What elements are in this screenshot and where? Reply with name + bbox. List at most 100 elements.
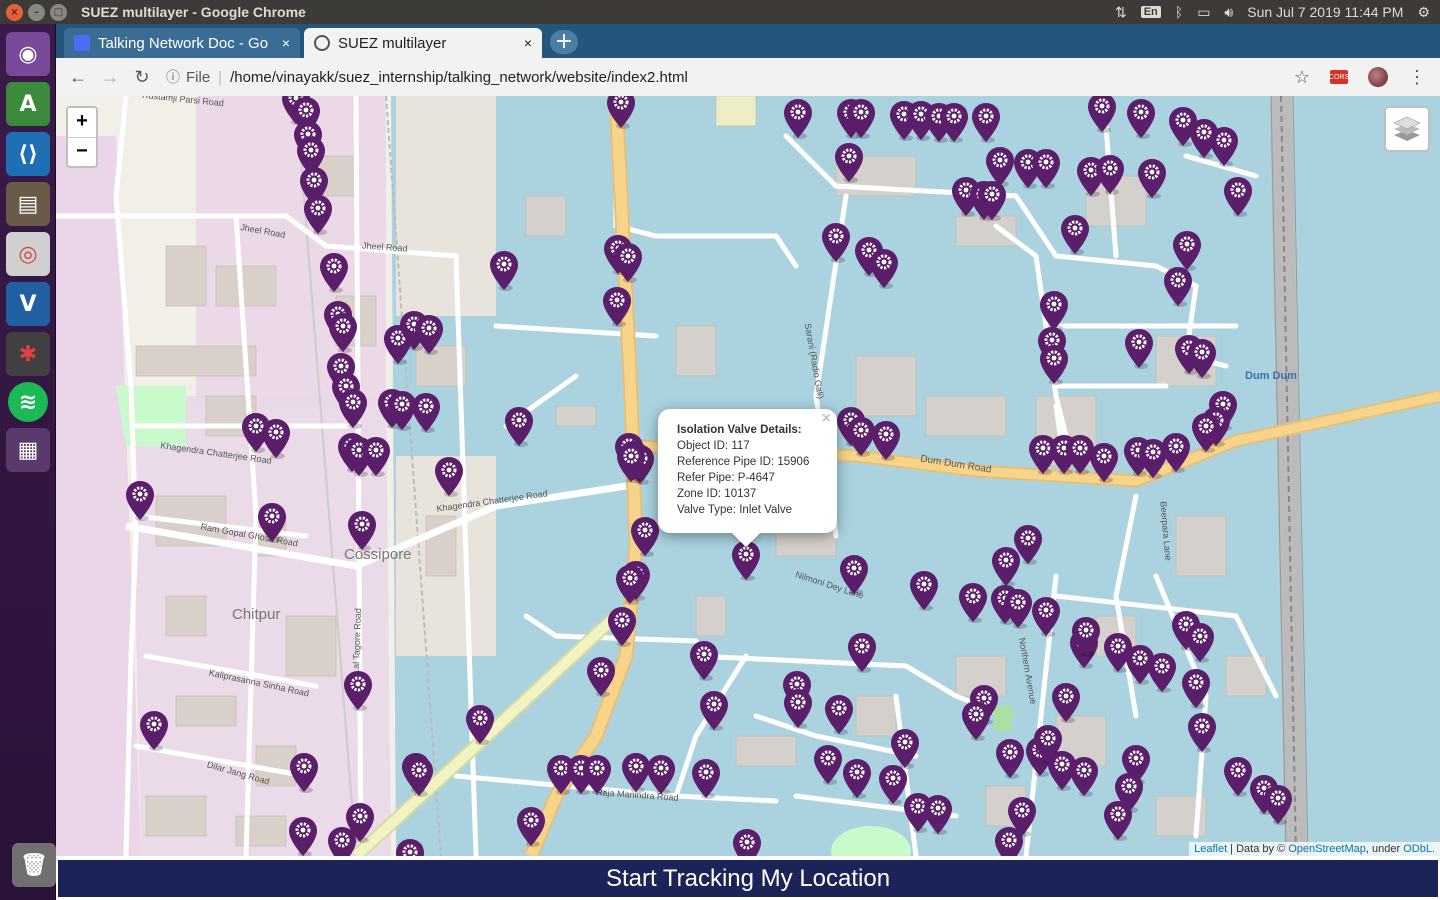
valve-marker[interactable]: [606, 96, 636, 129]
ubuntu-dash-icon[interactable]: ◉: [6, 32, 50, 76]
virtualbox-icon[interactable]: V: [6, 282, 50, 326]
valve-marker[interactable]: [1126, 98, 1156, 139]
valve-marker[interactable]: [327, 826, 357, 856]
valve-marker[interactable]: [1039, 344, 1069, 385]
valve-marker[interactable]: [465, 704, 495, 745]
valve-marker[interactable]: [958, 582, 988, 623]
valve-marker[interactable]: [615, 564, 645, 605]
valve-marker[interactable]: [813, 744, 843, 785]
valve-marker[interactable]: [691, 758, 721, 799]
valve-marker[interactable]: [338, 388, 368, 429]
info-icon[interactable]: ⓘ: [166, 67, 180, 87]
valve-marker[interactable]: [1069, 756, 1099, 797]
valve-marker[interactable]: [1103, 800, 1133, 841]
valve-marker[interactable]: [847, 632, 877, 673]
maximize-window-button[interactable]: □: [50, 3, 67, 21]
valve-marker[interactable]: [1137, 158, 1167, 199]
valve-marker[interactable]: [824, 694, 854, 735]
tab-talking-network-doc[interactable]: Talking Network Doc - Go ×: [64, 28, 300, 58]
valve-marker[interactable]: [1187, 712, 1217, 753]
valve-marker[interactable]: [303, 194, 333, 235]
valve-marker[interactable]: [821, 222, 851, 263]
valve-marker[interactable]: [1185, 622, 1215, 663]
valve-marker[interactable]: [1087, 96, 1117, 133]
valve-marker[interactable]: [257, 502, 287, 543]
leaflet-link[interactable]: Leaflet: [1194, 843, 1227, 855]
osm-link[interactable]: OpenStreetMap: [1288, 843, 1366, 855]
valve-marker[interactable]: [1209, 126, 1239, 167]
leaflet-map[interactable]: Cossipore Chitpur Dum Dum Dum Dum Road K…: [56, 96, 1440, 856]
valve-marker[interactable]: [995, 738, 1025, 779]
valve-marker[interactable]: [1181, 668, 1211, 709]
valve-marker[interactable]: [288, 816, 318, 856]
valve-marker[interactable]: [1263, 784, 1293, 825]
layers-control-button[interactable]: [1384, 106, 1430, 152]
valve-marker[interactable]: [411, 392, 441, 433]
valve-marker[interactable]: [1161, 432, 1191, 473]
valve-marker[interactable]: [939, 102, 969, 143]
valve-marker[interactable]: [689, 640, 719, 681]
valve-marker[interactable]: [977, 180, 1007, 221]
close-window-button[interactable]: ×: [6, 3, 23, 21]
valve-marker[interactable]: [504, 406, 534, 447]
back-arrow-icon[interactable]: ←: [62, 67, 94, 88]
network-tool-icon[interactable]: ✱: [6, 332, 50, 376]
valve-marker[interactable]: [395, 838, 425, 856]
minimize-window-button[interactable]: –: [28, 3, 45, 21]
valve-marker[interactable]: [1124, 328, 1154, 369]
url-text[interactable]: /home/vinayakk/suez_internship/talking_n…: [230, 69, 688, 86]
zoom-out-button[interactable]: −: [68, 137, 96, 166]
vscode-icon[interactable]: ⟨⟩: [6, 132, 50, 176]
valve-marker[interactable]: [139, 710, 169, 751]
valve-marker[interactable]: [994, 826, 1024, 856]
zoom-in-button[interactable]: +: [68, 108, 96, 137]
valve-marker[interactable]: [1031, 148, 1061, 189]
valve-marker[interactable]: [489, 250, 519, 291]
valve-marker[interactable]: [1089, 442, 1119, 483]
menu-kebab-icon[interactable]: ⋮: [1408, 67, 1426, 88]
valve-marker[interactable]: [732, 828, 762, 856]
valve-marker[interactable]: [343, 670, 373, 711]
valve-marker[interactable]: [414, 314, 444, 355]
valve-marker[interactable]: [1172, 230, 1202, 271]
odbl-link[interactable]: ODbL.: [1403, 843, 1435, 855]
valve-marker[interactable]: [1071, 616, 1101, 657]
clock[interactable]: Sun Jul 7 2019 11:44 PM: [1247, 4, 1403, 20]
close-tab-icon[interactable]: ×: [524, 35, 532, 51]
valve-marker[interactable]: [871, 420, 901, 461]
valve-marker[interactable]: [909, 570, 939, 611]
valve-marker[interactable]: [783, 98, 813, 139]
valve-marker[interactable]: [890, 728, 920, 769]
valve-marker[interactable]: [602, 286, 632, 327]
valve-marker[interactable]: [125, 480, 155, 521]
network-transfer-icon[interactable]: ⇅: [1115, 4, 1127, 21]
new-tab-button[interactable]: +: [550, 30, 578, 54]
valve-marker[interactable]: [1039, 290, 1069, 331]
valve-marker[interactable]: [971, 102, 1001, 143]
valve-marker[interactable]: [1187, 338, 1217, 379]
settings-gear-icon[interactable]: ⚙: [1417, 4, 1430, 21]
valve-marker[interactable]: [923, 794, 953, 835]
valve-marker[interactable]: [434, 456, 464, 497]
valve-marker[interactable]: [319, 252, 349, 293]
valve-marker[interactable]: [616, 442, 646, 483]
valve-marker[interactable]: [1060, 214, 1090, 255]
valve-marker[interactable]: [347, 510, 377, 551]
spotify-icon[interactable]: ≋: [8, 382, 48, 422]
bookmark-star-icon[interactable]: ☆: [1294, 67, 1310, 88]
cors-extension-icon[interactable]: CORS: [1329, 70, 1349, 84]
valve-marker[interactable]: [1095, 154, 1125, 195]
valve-marker[interactable]: [834, 142, 864, 183]
valve-marker[interactable]: [328, 312, 358, 353]
valve-marker[interactable]: [261, 418, 291, 459]
start-tracking-button[interactable]: Start Tracking My Location: [58, 860, 1438, 897]
tab-suez-multilayer[interactable]: SUEZ multilayer ×: [304, 28, 542, 58]
valve-marker[interactable]: [613, 242, 643, 283]
valve-marker[interactable]: [846, 98, 876, 139]
valve-marker[interactable]: [1163, 266, 1193, 307]
popup-close-button[interactable]: ×: [822, 411, 831, 427]
reload-icon[interactable]: ↻: [126, 67, 158, 88]
close-tab-icon[interactable]: ×: [282, 35, 290, 51]
valve-marker[interactable]: [404, 756, 434, 797]
valve-marker[interactable]: [289, 752, 319, 793]
